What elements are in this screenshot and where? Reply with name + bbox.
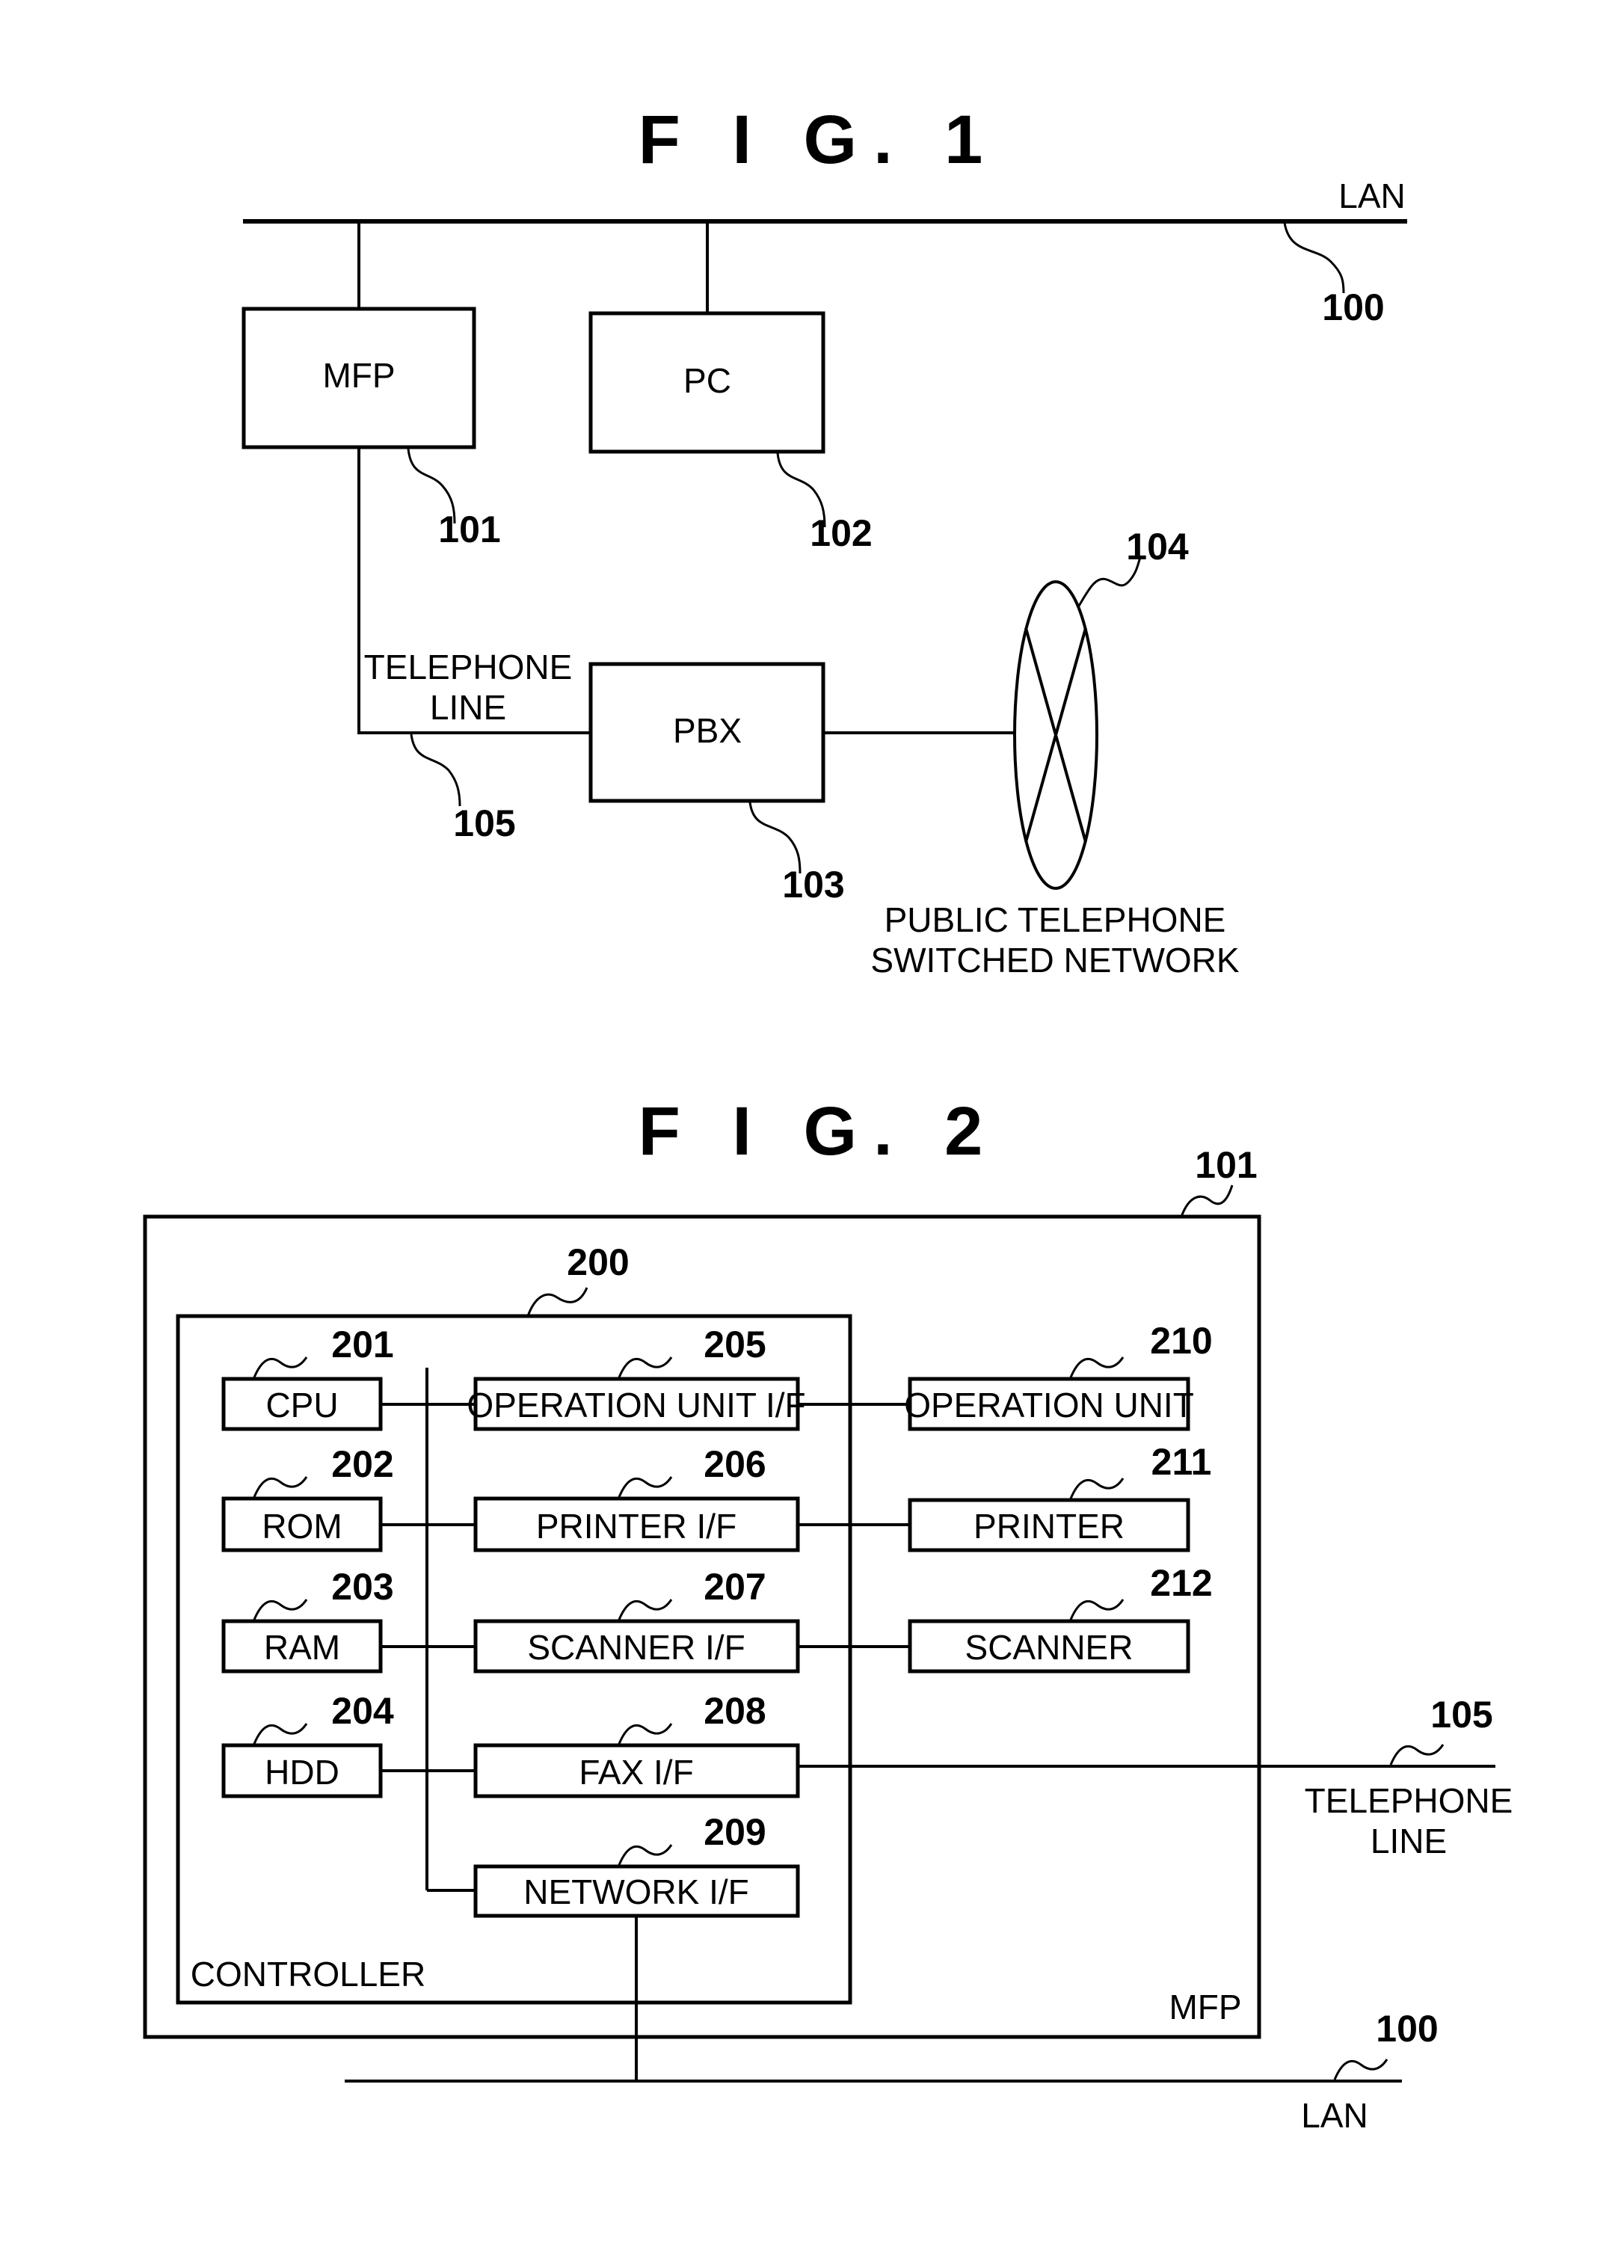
fig2-mfp-ref: 101 <box>1195 1144 1257 1186</box>
fig2-hdd-ref: 204 <box>331 1690 394 1732</box>
fig2-network-if-ref: 209 <box>704 1811 766 1853</box>
fig2-op-if-label: OPERATION UNIT I/F <box>467 1386 805 1425</box>
fig1-lan-label: LAN <box>1338 176 1405 215</box>
fig1-pbx-leader <box>748 802 802 874</box>
fig2-printer-ref: 211 <box>1151 1441 1212 1483</box>
fig2-fax-if-label: FAX I/F <box>579 1753 693 1792</box>
fig2-mfp-label: MFP <box>1169 1988 1241 2026</box>
fig2-cpu-ref: 201 <box>331 1324 393 1365</box>
fig1-pstn-label-1: PUBLIC TELEPHONE <box>885 900 1226 939</box>
fig2-op-unit-label: OPERATION UNIT <box>904 1386 1194 1425</box>
fig1-telephone-line-label-1: TELEPHONE <box>364 648 573 686</box>
fig2-scanner-label: SCANNER <box>965 1628 1134 1667</box>
fig2-hdd-label: HDD <box>265 1753 339 1792</box>
fig2-scanner-if-label: SCANNER I/F <box>527 1628 745 1667</box>
fig2-telephone-line-label-1: TELEPHONE <box>1305 1781 1513 1820</box>
fig1-pc-ref: 102 <box>810 512 872 554</box>
figure-1: F I G. 1 LAN 100 MFP 101 PC 102 TELEPHON… <box>242 102 1407 980</box>
fig2-scanner-ref: 212 <box>1150 1562 1212 1604</box>
fig2-cpu-label: CPU <box>265 1386 338 1425</box>
fig1-pc-label: PC <box>683 361 731 400</box>
fig1-lan-ref: 100 <box>1322 286 1384 328</box>
fig2-lan-leader <box>1333 2059 1388 2080</box>
fig2-printer-label: PRINTER <box>974 1507 1125 1546</box>
fig1-telephone-line-leader <box>410 734 461 807</box>
fig1-lan-leader <box>1283 222 1345 294</box>
fig2-controller-ref: 200 <box>567 1241 629 1283</box>
fig2-rom-ref: 202 <box>331 1443 393 1485</box>
fig2-network-if-label: NETWORK I/F <box>523 1872 749 1911</box>
fig2-fax-if-ref: 208 <box>704 1690 766 1732</box>
fig2-ram-ref: 203 <box>331 1566 393 1608</box>
fig2-op-if-ref: 205 <box>704 1324 766 1365</box>
fig2-title: F I G. 2 <box>639 1093 1000 1170</box>
fig1-mfp-ref: 101 <box>438 508 500 550</box>
fig2-controller-label: CONTROLLER <box>191 1955 425 1994</box>
patent-drawing-sheet: F I G. 1 LAN 100 MFP 101 PC 102 TELEPHON… <box>143 102 1513 2135</box>
fig1-telephone-line-ref: 105 <box>453 802 515 844</box>
fig1-pstn-ref: 104 <box>1126 526 1189 568</box>
fig2-ram-label: RAM <box>264 1628 340 1667</box>
fig2-telephone-line-ref: 105 <box>1430 1694 1492 1736</box>
fig2-telephone-line-label-2: LINE <box>1371 1822 1447 1860</box>
fig2-op-unit-ref: 210 <box>1150 1320 1212 1362</box>
fig2-telephone-line-leader <box>1389 1744 1445 1765</box>
fig2-rom-label: ROM <box>262 1507 342 1546</box>
fig2-lan-label: LAN <box>1301 2096 1368 2135</box>
fig2-printer-if-label: PRINTER I/F <box>536 1507 736 1546</box>
fig1-pstn-label-2: SWITCHED NETWORK <box>870 941 1240 980</box>
fig2-lan-ref: 100 <box>1376 2008 1438 2050</box>
figure-2: F I G. 2 MFP 101 CONTROLLER 200 CPU 201 … <box>143 1093 1513 2135</box>
fig2-scanner-if-ref: 207 <box>704 1566 766 1608</box>
fig1-pbx-label: PBX <box>673 711 742 750</box>
fig2-printer-if-ref: 206 <box>704 1443 766 1485</box>
fig1-title: F I G. 1 <box>639 102 1000 178</box>
fig2-mfp-leader <box>1180 1184 1234 1217</box>
fig1-mfp-label: MFP <box>322 356 395 395</box>
fig1-pbx-ref: 103 <box>782 864 844 906</box>
fig1-telephone-line-label-2: LINE <box>430 688 506 727</box>
